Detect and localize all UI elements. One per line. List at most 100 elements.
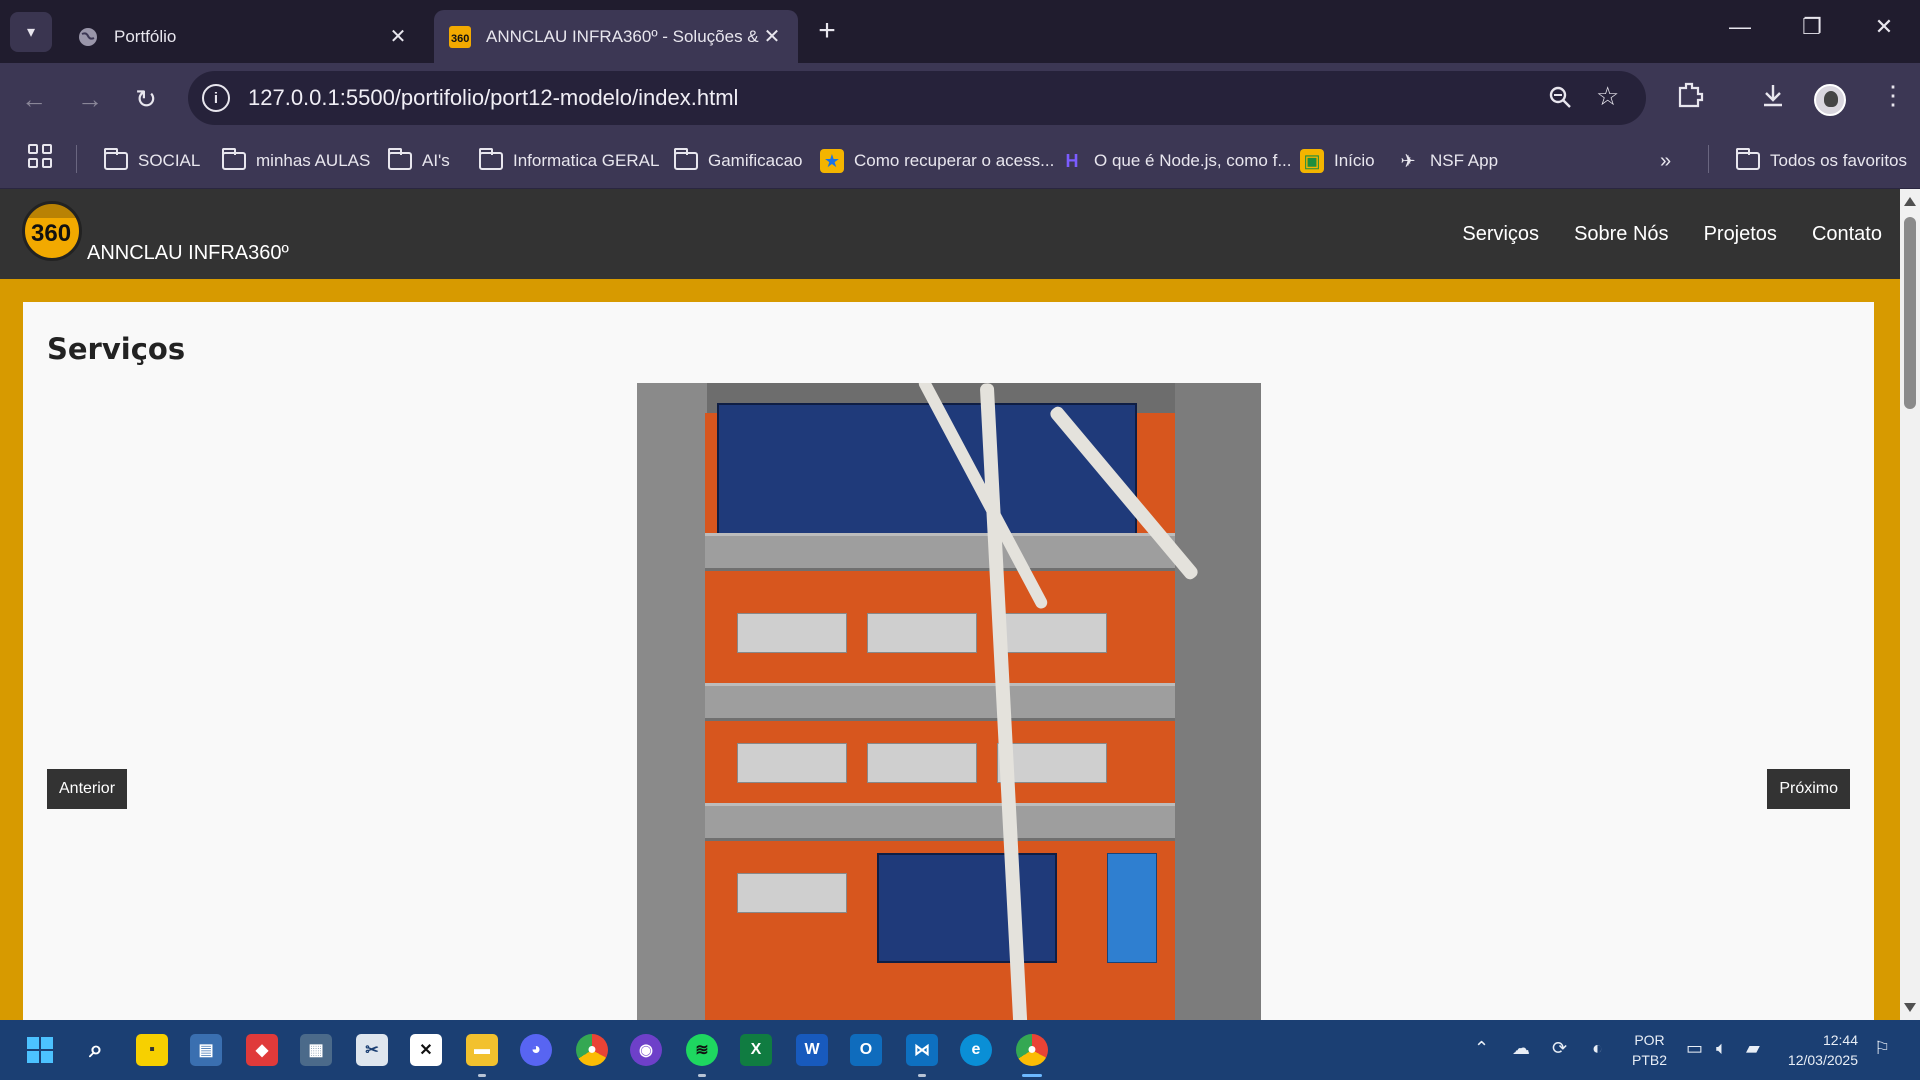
discord-icon[interactable]: ◕ [520,1034,552,1066]
capcut-icon[interactable]: ✕ [410,1034,442,1066]
close-icon[interactable]: ✕ [760,24,784,49]
site-brand[interactable]: ANNCLAU INFRA360º [87,242,289,265]
excel-icon[interactable]: X [740,1034,772,1066]
forward-icon[interactable]: → [72,81,108,117]
network-icon[interactable]: ▭ [1686,1038,1703,1059]
relay-module [1107,853,1157,963]
zoom-icon[interactable] [1548,85,1572,116]
extensions-icon[interactable] [1676,80,1704,115]
word-icon[interactable]: W [796,1034,828,1066]
bookmark-ais[interactable]: AI's [388,146,450,176]
reload-icon[interactable]: ↻ [128,81,164,117]
bookmark-informatica-geral[interactable]: Informatica GERAL [479,146,659,176]
edge-icon[interactable]: e [960,1034,992,1066]
folder-icon [388,148,412,170]
download-icon[interactable] [1760,82,1786,115]
site-logo[interactable] [22,201,82,261]
clock[interactable]: 12:44 12/03/2025 [1780,1030,1858,1070]
restore-icon[interactable]: ❐ [1792,14,1832,40]
scroll-thumb[interactable] [1904,217,1916,409]
remote-desktop-icon[interactable]: ▤ [190,1034,222,1066]
back-icon[interactable]: ← [16,81,52,117]
github-icon[interactable]: ◉ [630,1034,662,1066]
window-close-icon[interactable]: ✕ [1864,14,1904,40]
bookmark-nodejs[interactable]: H O que é Node.js, como f... [1060,146,1292,176]
sticky-notes-icon[interactable]: ▪ [136,1034,168,1066]
sync-icon[interactable]: ⟳ [1552,1038,1567,1059]
notifications-icon[interactable]: ⚐ [1874,1038,1890,1059]
app-icon[interactable]: ▦ [300,1034,332,1066]
site-info-icon[interactable]: i [202,84,230,112]
tab-annclau[interactable]: 360 ANNCLAU INFRA360º - Soluções & Se ✕ [434,10,798,63]
services-section: Serviços Anterior Próximo [23,302,1874,1020]
anydesk-icon[interactable]: ◆ [246,1034,278,1066]
battery-icon[interactable]: ▰ [1746,1038,1760,1059]
carousel-image [637,383,1261,1020]
spotify-icon[interactable]: ≋ [686,1034,718,1066]
all-bookmarks[interactable]: Todos os favoritos [1736,146,1907,176]
bookmark-social[interactable]: SOCIAL [104,146,200,176]
web-page: ANNCLAU INFRA360º Serviços Sobre Nós Pro… [0,189,1900,1020]
bookmark-label: AI's [422,151,450,170]
profile-avatar[interactable] [1814,84,1846,116]
active-indicator [1022,1074,1042,1077]
file-explorer-icon[interactable]: ▬ [466,1034,498,1066]
tab-strip: ▾ Portfólio ✕ 360 ANNCLAU INFRA360º - So… [0,0,1920,63]
chevron-up-icon[interactable]: ⌃ [1474,1038,1489,1059]
scroll-up-icon[interactable] [1904,197,1916,206]
volume-icon[interactable]: 🔈︎ [1716,1038,1727,1059]
time: 12:44 [1822,1032,1858,1048]
chevron-down-icon: ▾ [26,24,36,41]
previous-button[interactable]: Anterior [47,769,128,809]
windows-start-icon[interactable] [24,1034,56,1066]
status-icon[interactable]: ◐ [1592,1038,1603,1059]
more-bookmarks-icon[interactable]: » [1660,146,1671,176]
control-board [877,853,1057,963]
tab-search-button[interactable]: ▾ [10,12,52,52]
language-indicator[interactable]: POR PTB2 [1632,1030,1667,1070]
bookmark-minhas-aulas[interactable]: minhas AULAS [222,146,370,176]
cable-duct [705,803,1175,841]
minimize-icon[interactable]: — [1720,14,1760,40]
browser-toolbar: ← → ↻ i 127.0.0.1:5500/portifolio/port12… [0,63,1920,133]
page-scrollbar[interactable] [1900,189,1920,1020]
new-tab-button[interactable]: + [812,14,842,48]
globe-icon [76,25,100,49]
next-button[interactable]: Próximo [1767,769,1850,809]
bookmark-nsf-app[interactable]: ✈ NSF App [1396,146,1498,176]
separator [76,145,77,173]
snipping-tool-icon[interactable]: ✂ [356,1034,388,1066]
star-icon[interactable]: ☆ [1596,81,1619,112]
language-code: POR [1634,1032,1665,1048]
close-icon[interactable]: ✕ [386,24,410,49]
bookmark-label: minhas AULAS [256,151,371,170]
outlook-icon[interactable]: O [850,1034,882,1066]
search-icon[interactable]: ⌕ [80,1034,112,1066]
module [867,613,977,653]
bookmark-label: O que é Node.js, como f... [1094,151,1292,170]
bookmark-label: SOCIAL [138,151,201,170]
cabinet-side [1175,383,1261,1020]
folder-icon [479,148,503,170]
bookmark-inicio[interactable]: ▣ Início [1300,146,1375,176]
nav-sobre-nos[interactable]: Sobre Nós [1574,223,1669,246]
nav-projetos[interactable]: Projetos [1704,223,1777,246]
tab-portfolio[interactable]: Portfólio ✕ [62,10,424,63]
scroll-down-icon[interactable] [1904,1003,1916,1012]
cloud-icon[interactable]: ☁ [1512,1038,1530,1059]
apps-icon[interactable] [28,144,52,168]
bookmark-como-recuperar[interactable]: ★ Como recuperar o acess... [820,146,1054,176]
bookmark-label: Gamificacao [708,151,803,170]
menu-dots-icon[interactable]: ⋮ [1880,80,1906,111]
bookmark-gamificacao[interactable]: Gamificacao [674,146,802,176]
bookmark-label: Informatica GERAL [513,151,660,170]
chrome-active-icon[interactable]: ● [1016,1034,1048,1066]
nav-contato[interactable]: Contato [1812,223,1882,246]
address-bar[interactable]: i 127.0.0.1:5500/portifolio/port12-model… [188,71,1646,125]
site-nav: Serviços Sobre Nós Projetos Contato [1462,223,1882,246]
bookmark-label: NSF App [1430,151,1499,170]
vscode-icon[interactable]: ⋈ [906,1034,938,1066]
chrome-icon[interactable]: ● [576,1034,608,1066]
nav-servicos[interactable]: Serviços [1462,223,1539,246]
running-indicator [478,1074,486,1077]
